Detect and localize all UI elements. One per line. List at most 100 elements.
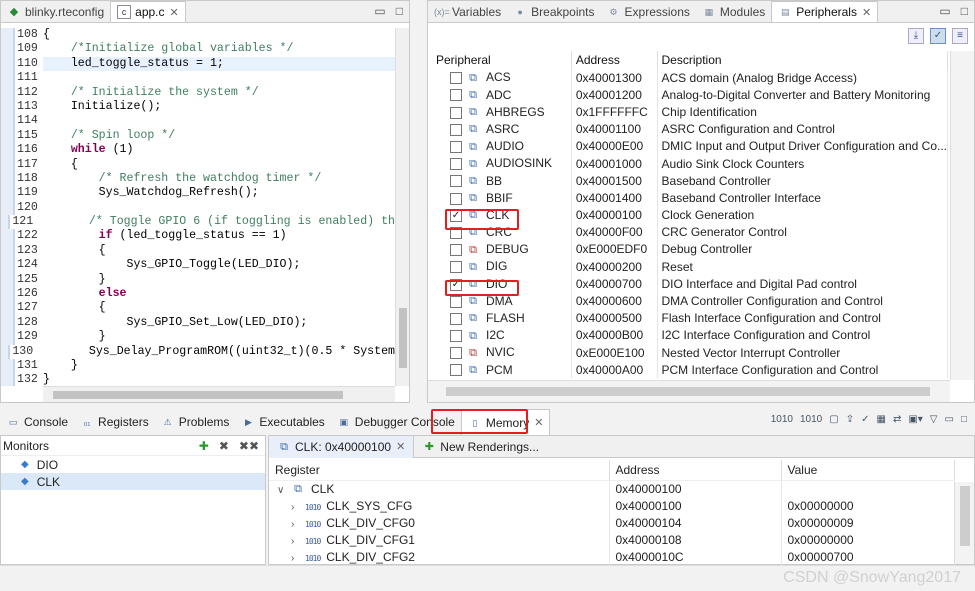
code-line[interactable]: 116 while (1): [1, 143, 395, 158]
gutter[interactable]: [1, 373, 15, 386]
gutter[interactable]: [1, 344, 11, 359]
col-peripheral[interactable]: Peripheral: [432, 51, 572, 69]
minimize-icon[interactable]: ▭: [945, 414, 954, 425]
register-value[interactable]: 0x00000009: [781, 514, 955, 532]
gutter[interactable]: [1, 186, 15, 201]
peripheral-checkbox[interactable]: [450, 295, 462, 308]
table-row[interactable]: ⧉ AUDIO 0x40000E00 DMIC Input and Output Dr…: [432, 137, 949, 155]
table-row[interactable]: ⧉ BB 0x40001500 Baseband Controller: [432, 172, 949, 190]
table-row[interactable]: › 1010 CLK_SYS_CFG 0x40000100 0x00000000: [269, 497, 955, 515]
gutter[interactable]: [1, 99, 15, 115]
table-row[interactable]: ⧉ AUDIOSINK 0x40001000 Audio Sink Clock Cou…: [432, 154, 949, 173]
chevron-right-icon[interactable]: ›: [291, 536, 305, 547]
peripheral-checkbox[interactable]: [450, 175, 462, 188]
peripheral-checkbox[interactable]: [450, 141, 462, 153]
gutter[interactable]: [1, 171, 15, 187]
gutter[interactable]: [1, 272, 15, 288]
table-row[interactable]: ⧉ AHBREGS 0x1FFFFFFC Chip Identification: [432, 103, 949, 121]
scroll-thumb[interactable]: [53, 391, 343, 399]
table-row[interactable]: ⧉ NVIC 0xE000E100 Nested Vector Interrupt C…: [432, 344, 949, 362]
code-line[interactable]: 111: [1, 71, 395, 86]
remove-monitor-icon[interactable]: ✖: [219, 439, 229, 453]
close-icon[interactable]: ✕: [862, 6, 871, 19]
code-line[interactable]: 110 led_toggle_status = 1;: [1, 56, 395, 72]
code-line[interactable]: 129 }: [1, 330, 395, 345]
sync-icon[interactable]: ⇄: [893, 414, 901, 425]
col-description[interactable]: Description: [657, 51, 949, 69]
code-line[interactable]: 128 Sys_GPIO_Set_Low(LED_DIO);: [1, 315, 395, 331]
code-line[interactable]: 112 /* Initialize the system */: [1, 85, 395, 100]
peripheral-checkbox[interactable]: [450, 72, 462, 85]
tab-problems[interactable]: ⚠ Problems: [155, 409, 236, 435]
gutter[interactable]: [1, 128, 15, 144]
editor-horizontal-scrollbar[interactable]: [43, 386, 395, 402]
gutter[interactable]: [1, 114, 15, 129]
scroll-thumb[interactable]: [399, 308, 407, 368]
chevron-right-icon[interactable]: ›: [291, 553, 305, 564]
add-monitor-icon[interactable]: ✚: [199, 439, 209, 453]
gutter[interactable]: [1, 243, 15, 259]
code-line[interactable]: 118 /* Refresh the watchdog timer */: [1, 171, 395, 187]
close-icon[interactable]: ✕: [170, 6, 179, 19]
tab-peripherals[interactable]: ▤ Peripherals ✕: [771, 1, 879, 22]
pin-icon[interactable]: ✓: [861, 414, 869, 425]
peripheral-checkbox[interactable]: [450, 312, 462, 325]
chevron-down-icon[interactable]: ▽: [930, 414, 938, 425]
tab-variables[interactable]: (x)= Variables: [428, 1, 507, 22]
rendering-tab[interactable]: ⧉ CLK: 0x40000100 ✕: [269, 435, 415, 458]
code-line[interactable]: 117 {: [1, 157, 395, 172]
register-value[interactable]: 0x00000000: [781, 531, 955, 549]
remove-all-icon[interactable]: ✖✖: [239, 439, 259, 453]
pin-icon[interactable]: ✓: [930, 28, 946, 44]
code-line[interactable]: 125 }: [1, 272, 395, 288]
chevron-right-icon[interactable]: ›: [291, 502, 305, 513]
tab-registers[interactable]: ₀₁ Registers: [74, 409, 155, 435]
gutter[interactable]: [1, 287, 15, 302]
gutter[interactable]: [1, 301, 15, 316]
peripheral-checkbox[interactable]: [450, 89, 462, 102]
tab-executables[interactable]: ▶ Executables: [235, 409, 330, 435]
table-row[interactable]: ⧉ DEBUG 0xE000EDF0 Debug Controller: [432, 240, 949, 259]
peripherals-horizontal-scrollbar[interactable]: [428, 380, 950, 402]
code-area[interactable]: 108 {109 /*Initialize global variables */…: [1, 28, 395, 386]
gutter[interactable]: [1, 315, 15, 331]
gutter[interactable]: [1, 330, 15, 345]
tab-console[interactable]: ▭ Console: [0, 409, 74, 435]
minimize-icon[interactable]: ▭: [374, 4, 385, 18]
gutter[interactable]: [1, 200, 15, 216]
gutter[interactable]: [1, 71, 15, 86]
peripheral-checkbox[interactable]: [450, 158, 462, 171]
register-value[interactable]: 0x00000700: [781, 548, 955, 566]
gutter[interactable]: [1, 215, 11, 230]
monitor-item[interactable]: ◆ CLK: [1, 473, 265, 490]
peripheral-checkbox[interactable]: [450, 261, 462, 274]
code-line[interactable]: 130 Sys_Delay_ProgramROM((uint32_t)(0.5 …: [1, 344, 395, 359]
table-row[interactable]: › 1010 CLK_DIV_CFG1 0x40000108 0x00000000: [269, 531, 955, 549]
table-row[interactable]: ⧉ DIG 0x40000200 Reset: [432, 258, 949, 276]
gutter[interactable]: [1, 143, 15, 158]
gutter[interactable]: [1, 358, 15, 374]
table-row[interactable]: ∨ ⧉ CLK 0x40000100: [269, 480, 955, 498]
peripheral-checkbox[interactable]: [450, 106, 462, 119]
code-line[interactable]: 122 if (led_toggle_status == 1): [1, 229, 395, 244]
close-icon[interactable]: ✕: [534, 416, 543, 429]
code-line[interactable]: 120: [1, 200, 395, 216]
maximize-icon[interactable]: □: [961, 4, 968, 18]
gutter[interactable]: [1, 85, 15, 100]
tab-expressions[interactable]: ⚙ Expressions: [601, 1, 696, 22]
gutter[interactable]: [1, 56, 15, 72]
peripheral-checkbox[interactable]: [450, 123, 462, 136]
peripheral-checkbox[interactable]: [450, 244, 462, 257]
code-line[interactable]: 131 }: [1, 358, 395, 374]
peripherals-vertical-scrollbar[interactable]: [950, 51, 974, 380]
code-line[interactable]: 115 /* Spin loop */: [1, 128, 395, 144]
export-icon[interactable]: ⇪: [846, 414, 854, 425]
col-register[interactable]: Register: [269, 460, 610, 481]
binary-icon[interactable]: 1010: [800, 414, 822, 425]
minimize-icon[interactable]: ▭: [939, 4, 950, 18]
code-line[interactable]: 124 Sys_GPIO_Toggle(LED_DIO);: [1, 258, 395, 273]
editor-vertical-scrollbar[interactable]: [395, 28, 409, 386]
gutter[interactable]: [1, 157, 15, 172]
code-line[interactable]: 119 Sys_Watchdog_Refresh();: [1, 186, 395, 201]
peripheral-checkbox[interactable]: [450, 330, 462, 343]
